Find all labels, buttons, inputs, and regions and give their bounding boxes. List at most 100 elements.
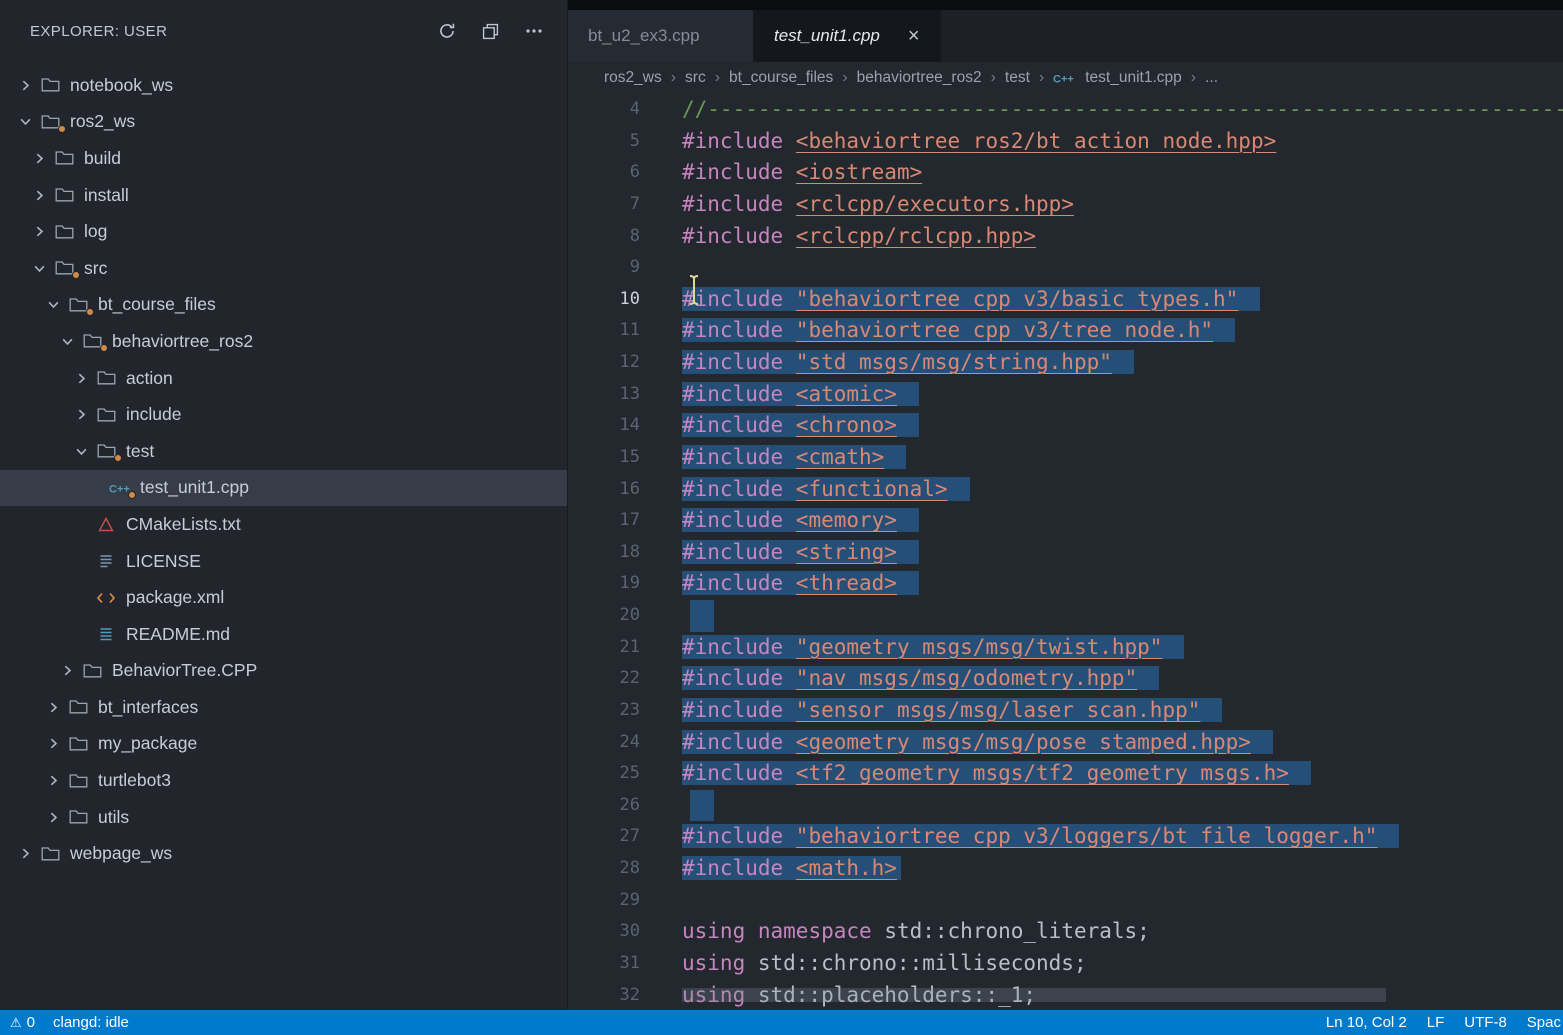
close-icon[interactable]: × [908,26,920,46]
tree-item-include[interactable]: include [0,396,567,433]
warning-icon: ⚠ [10,1015,22,1031]
line-number: 21 [568,632,640,664]
code-line-8[interactable]: 8#include <rclcpp/rclcpp.hpp> [568,221,1563,253]
code-editor[interactable]: 4//-------------------------------------… [568,94,1563,1010]
code-line-9[interactable]: 9 [568,252,1563,284]
tree-item-turtlebot3[interactable]: turtlebot3 [0,762,567,799]
breadcrumb-item[interactable]: ... [1205,69,1218,87]
breadcrumb-item[interactable]: bt_course_files [729,69,833,87]
refresh-icon[interactable] [438,22,456,40]
tree-item-notebook_ws[interactable]: notebook_ws [0,67,567,104]
tree-item-log[interactable]: log [0,213,567,250]
tree-item-test[interactable]: test [0,433,567,470]
chevron-right-icon[interactable] [40,811,66,824]
chevron-right-icon[interactable] [68,408,94,421]
horizontal-scrollbar[interactable] [682,988,1386,1002]
code-line-31[interactable]: 31using std::chrono::milliseconds; [568,948,1563,980]
chevron-right-icon[interactable] [68,372,94,385]
tree-item-webpage_ws[interactable]: webpage_ws [0,835,567,872]
tree-item-behaviortree_ros2[interactable]: behaviortree_ros2 [0,323,567,360]
code-line-11[interactable]: 11#include "behaviortree_cpp_v3/tree_nod… [568,315,1563,347]
clangd-status[interactable]: clangd: idle [53,1014,129,1031]
tree-item-CMakeLists.txt[interactable]: CMakeLists.txt [0,506,567,543]
code-line-13[interactable]: 13#include <atomic> [568,379,1563,411]
indentation-indicator[interactable]: Spac [1527,1014,1561,1031]
code-line-29[interactable]: 29 [568,885,1563,917]
tree-item-action[interactable]: action [0,360,567,397]
code-line-10[interactable]: 10#include "behaviortree_cpp_v3/basic_ty… [568,284,1563,316]
code-line-26[interactable]: 26 [568,790,1563,822]
code-line-6[interactable]: 6#include <iostream> [568,157,1563,189]
code-line-14[interactable]: 14#include <chrono> [568,410,1563,442]
code-line-23[interactable]: 23#include "sensor_msgs/msg/laser_scan.h… [568,695,1563,727]
more-actions-icon[interactable] [525,28,543,34]
tree-item-bt_course_files[interactable]: bt_course_files [0,287,567,324]
line-number: 7 [568,189,640,221]
encoding-indicator[interactable]: UTF-8 [1464,1014,1507,1031]
eol-indicator[interactable]: LF [1427,1014,1445,1031]
code-line-16[interactable]: 16#include <functional> [568,474,1563,506]
breadcrumb-item[interactable]: ros2_ws [604,69,662,87]
chevron-right-icon[interactable] [40,737,66,750]
tree-item-README.md[interactable]: README.md [0,616,567,653]
chevron-down-icon[interactable] [68,445,94,458]
chevron-down-icon[interactable] [26,262,52,275]
tree-item-bt_interfaces[interactable]: bt_interfaces [0,689,567,726]
code-line-25[interactable]: 25#include <tf2_geometry_msgs/tf2_geomet… [568,758,1563,790]
breadcrumb-item[interactable]: test_unit1.cpp [1085,69,1182,87]
code-line-20[interactable]: 20 [568,600,1563,632]
code-line-12[interactable]: 12#include "std_msgs/msg/string.hpp" [568,347,1563,379]
code-line-28[interactable]: 28#include <math.h> [568,853,1563,885]
code-line-19[interactable]: 19#include <thread> [568,568,1563,600]
git-modified-badge [58,125,66,133]
problems-indicator[interactable]: ⚠ 0 [10,1014,35,1031]
code-line-22[interactable]: 22#include "nav_msgs/msg/odometry.hpp" [568,663,1563,695]
breadcrumb-item[interactable]: test [1005,69,1030,87]
code-line-7[interactable]: 7#include <rclcpp/executors.hpp> [568,189,1563,221]
code-line-27[interactable]: 27#include "behaviortree_cpp_v3/loggers/… [568,821,1563,853]
code-line-4[interactable]: 4//-------------------------------------… [568,94,1563,126]
chevron-right-icon[interactable] [12,847,38,860]
line-number: 17 [568,505,640,537]
tree-item-my_package[interactable]: my_package [0,726,567,763]
chevron-right-icon[interactable] [26,189,52,202]
tree-item-utils[interactable]: utils [0,799,567,836]
code-line-21[interactable]: 21#include "geometry_msgs/msg/twist.hpp" [568,632,1563,664]
code-line-text: using namespace std::chrono_literals; [682,916,1150,948]
code-line-15[interactable]: 15#include <cmath> [568,442,1563,474]
tree-item-LICENSE[interactable]: LICENSE [0,543,567,580]
tree-item-ros2_ws[interactable]: ros2_ws [0,104,567,141]
code-line-30[interactable]: 30using namespace std::chrono_literals; [568,916,1563,948]
tree-item-package.xml[interactable]: package.xml [0,579,567,616]
chevron-down-icon[interactable] [40,298,66,311]
code-line-5[interactable]: 5#include <behaviortree_ros2/bt_action_n… [568,126,1563,158]
tree-item-src[interactable]: src [0,250,567,287]
chevron-right-icon[interactable] [54,664,80,677]
tree-item-label: action [126,368,173,389]
chevron-right-icon[interactable] [26,225,52,238]
cursor-position[interactable]: Ln 10, Col 2 [1326,1014,1407,1031]
editor-area: bt_u2_ex3.cpp test_unit1.cpp × ros2_ws›s… [568,0,1563,1010]
vscode-window: EXPLORER: USER notebook_wsros2_wsbuildin… [0,0,1563,1035]
chevron-down-icon[interactable] [54,335,80,348]
tree-item-install[interactable]: install [0,177,567,214]
chevron-right-icon[interactable] [26,152,52,165]
split-editor-icon[interactable] [482,23,499,40]
code-line-24[interactable]: 24#include <geometry_msgs/msg/pose_stamp… [568,727,1563,759]
chevron-right-icon[interactable] [40,701,66,714]
tab-test_unit1-cpp[interactable]: test_unit1.cpp × [754,10,941,62]
tree-item-BehaviorTree.CPP[interactable]: BehaviorTree.CPP [0,653,567,690]
breadcrumb-item[interactable]: src [685,69,706,87]
line-number: 10 [568,284,640,316]
tab-bt_u2_ex3-cpp[interactable]: bt_u2_ex3.cpp [568,10,754,62]
code-line-18[interactable]: 18#include <string> [568,537,1563,569]
chevron-down-icon[interactable] [12,115,38,128]
breadcrumb-item[interactable]: behaviortree_ros2 [857,69,982,87]
code-line-text [682,600,714,632]
tree-item-test_unit1.cpp[interactable]: C++test_unit1.cpp [0,470,567,507]
chevron-right-icon[interactable] [12,79,38,92]
chevron-right-icon[interactable] [40,774,66,787]
code-line-17[interactable]: 17#include <memory> [568,505,1563,537]
tree-item-build[interactable]: build [0,140,567,177]
line-number: 16 [568,474,640,506]
